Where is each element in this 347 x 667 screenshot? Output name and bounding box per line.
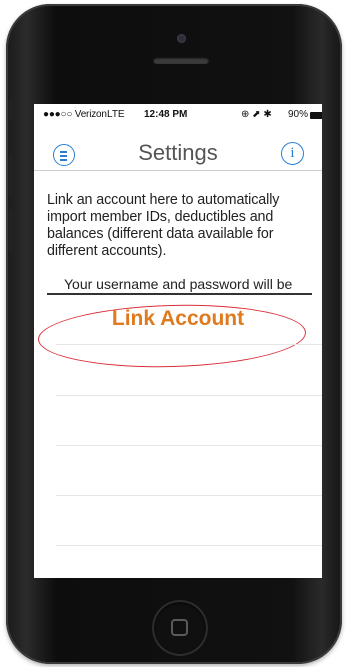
battery-icon [310,112,322,119]
volume-up-button [9,154,13,196]
battery-percent: 90% [288,109,309,120]
page-title: Settings [138,140,218,165]
earpiece-speaker [153,57,209,64]
status-bar: ●●●○○ Verizon LTE 12:48 PM ⊕ ⬈ ✱ 90% [34,104,322,126]
list-separator [56,495,322,496]
home-button[interactable] [152,600,208,656]
mute-switch [9,99,13,121]
home-button-icon [171,619,188,636]
network-label: LTE [107,109,125,120]
section-divider [47,293,312,295]
clock: 12:48 PM [144,109,188,120]
list-separator [56,344,322,345]
carrier-label: ●●●○○ Verizon [43,109,107,120]
list-separator [56,445,322,446]
description-text: Link an account here to automatically im… [47,192,280,259]
description-continuation: Your username and password will be [64,276,293,292]
info-icon[interactable]: i [281,142,304,165]
navigation-bar: Settings i [34,126,322,171]
list-separator [56,545,322,546]
front-camera [177,34,186,43]
volume-down-button [9,209,13,251]
phone-screen: ●●●○○ Verizon LTE 12:48 PM ⊕ ⬈ ✱ 90% Set… [34,104,322,578]
list-separator [56,395,322,396]
status-icons: ⊕ ⬈ ✱ [241,109,272,120]
